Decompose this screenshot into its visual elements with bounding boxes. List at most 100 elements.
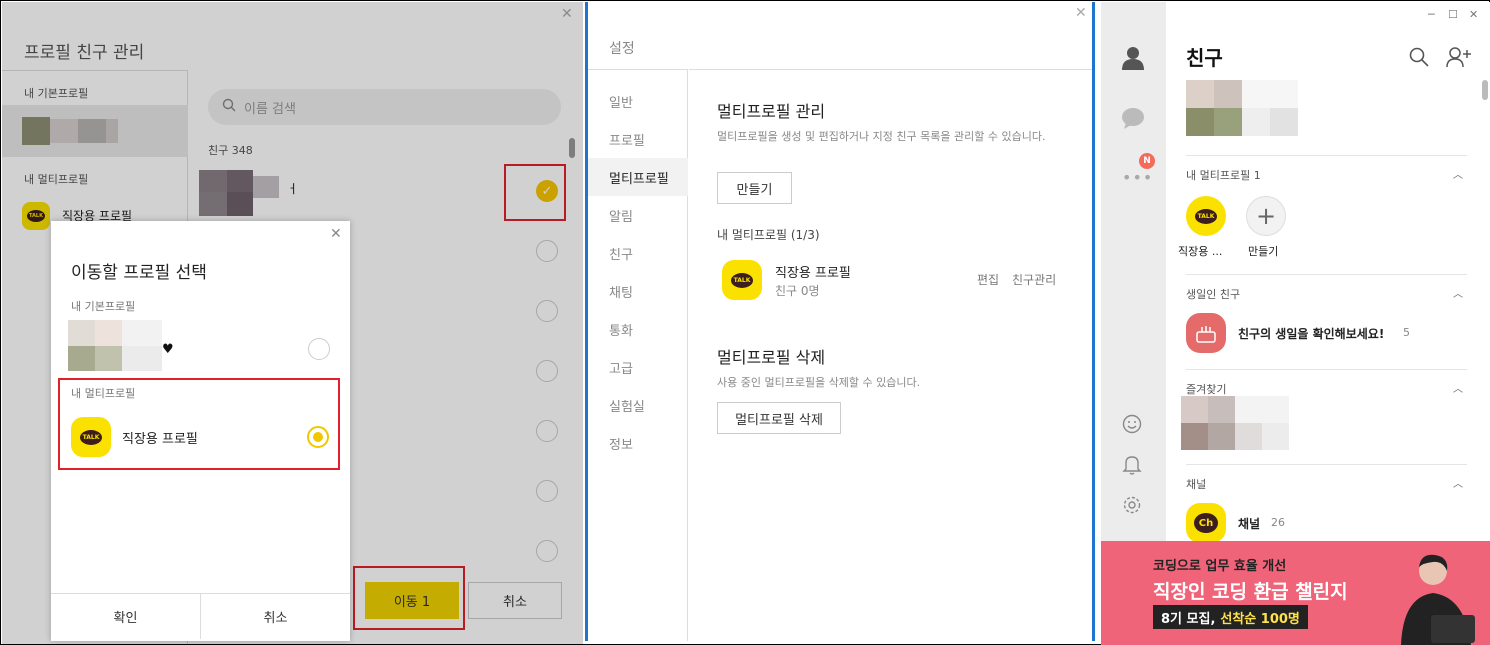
birthday-row[interactable]: 친구의 생일을 확인해보세요! 5 [1186,313,1466,353]
friend-avatar [199,192,227,216]
talk-icon: TALK [22,202,50,230]
channel-row[interactable]: Ch 채널 26 [1186,503,1466,543]
blurred-name [1242,80,1298,108]
talk-icon: TALK [71,417,111,457]
emoticon-icon[interactable] [1122,414,1142,438]
add-friend-icon[interactable] [1446,46,1472,72]
favorite-friend-row[interactable] [1181,396,1289,450]
scrollbar[interactable] [1482,80,1488,100]
close-icon[interactable]: ✕ [330,226,342,242]
checked-icon[interactable]: ✓ [536,180,558,202]
menu-multiprofile[interactable]: 멀티프로필 [588,158,688,196]
friend-avatar [1208,396,1235,423]
blurred-name [122,346,162,371]
friend-select-circle[interactable] [536,300,558,322]
modal-cancel-button[interactable]: 취소 [200,594,350,639]
profile-name: 직장용 프로필 [775,266,851,281]
friends-tab-icon[interactable] [1122,46,1144,74]
friend-select-circle[interactable] [536,360,558,382]
blurred-name [1262,423,1289,450]
more-tab-icon[interactable]: ••• [1122,168,1153,187]
create-multi-profile-item[interactable]: + 만들기 [1238,196,1298,258]
settings-window: 설정 ✕ 일반 프로필 멀티프로필 알림 친구 채팅 통화 고급 실험실 정보 … [585,2,1095,641]
scrollbar[interactable] [569,138,575,158]
menu-chat[interactable]: 채팅 [588,272,688,310]
menu-lab[interactable]: 실험실 [588,386,688,424]
cancel-button[interactable]: 취소 [468,582,562,619]
minimize-icon[interactable]: ─ [1428,8,1435,21]
multi-profile-section-label: 내 멀티프로필 [24,173,89,186]
delete-button[interactable]: 멀티프로필 삭제 [717,402,841,434]
select-profile-modal: 이동할 프로필 선택 ✕ 내 기본프로필 ♥ 내 멀티프로필 TALK 직장용 … [51,221,350,641]
blurred-name [122,320,162,346]
chevron-up-icon[interactable]: ︿ [1453,380,1463,395]
basic-profile-row[interactable] [2,105,188,157]
multi-profile-option[interactable]: TALK 직장용 프로필 [71,417,331,457]
profile-avatar [68,346,95,371]
create-button[interactable]: 만들기 [717,172,792,204]
edit-link[interactable]: 편집 [977,271,999,288]
profile-avatar [1214,108,1242,136]
menu-call[interactable]: 통화 [588,310,688,348]
profile-avatar [1186,108,1214,136]
friend-avatar [227,192,253,216]
friend-row[interactable]: ㅓ [199,170,309,216]
divider [1186,274,1467,275]
blurred-name [253,176,279,198]
my-multi-label: 내 멀티프로필 (1/3) [717,228,820,242]
search-icon [222,98,236,116]
menu-advanced[interactable]: 고급 [588,348,688,386]
multi-item-name: 직장용 ... [1178,245,1223,258]
menu-general[interactable]: 일반 [588,82,688,120]
modal-footer: 확인 취소 [51,593,350,639]
close-icon[interactable]: ✕ [561,6,573,22]
chevron-up-icon[interactable]: ︿ [1453,285,1463,300]
bell-icon[interactable] [1122,454,1142,480]
menu-info[interactable]: 정보 [588,424,688,462]
gear-icon[interactable] [1122,495,1142,519]
modal-title: 이동할 프로필 선택 [71,263,207,283]
manage-friends-link[interactable]: 친구관리 [1012,271,1056,288]
ad-line-2: 직장인 코딩 환급 챌린지 [1153,581,1348,603]
search-input[interactable]: 이름 검색 [208,89,561,125]
ad-line-3: 8기 모집, 선착순 100명 [1153,605,1308,629]
friend-select-circle[interactable] [536,420,558,442]
cake-icon [1186,313,1226,353]
talk-icon: TALK [722,260,762,300]
birthday-section-label: 생일인 친구 [1186,288,1241,301]
move-button[interactable]: 이동 1 [365,582,459,619]
birthday-text: 친구의 생일을 확인해보세요! [1238,327,1385,341]
chevron-up-icon[interactable]: ︿ [1453,166,1463,181]
close-icon[interactable]: ✕ [1075,5,1087,21]
chat-tab-icon[interactable] [1121,106,1145,134]
profile-friend-manage-window: 프로필 친구 관리 ✕ 내 기본프로필 내 멀티프로필 TALK 직장용 프로필… [2,2,583,644]
my-profile-row[interactable] [1186,80,1306,136]
maximize-icon[interactable]: ☐ [1448,8,1458,21]
blurred-name [1235,423,1262,450]
friend-select-circle[interactable] [536,540,558,562]
settings-menu: 일반 프로필 멀티프로필 알림 친구 채팅 통화 고급 실험실 정보 [588,69,688,641]
page-title: 친구 [1186,46,1223,70]
confirm-button[interactable]: 확인 [51,594,200,639]
profile-avatar [68,320,95,346]
friends-count: 친구 348 [208,144,253,157]
basic-radio[interactable] [308,338,330,360]
notification-badge: N [1139,153,1155,169]
close-icon[interactable]: ✕ [1469,8,1478,21]
channel-section-label: 채널 [1186,478,1207,491]
friend-select-circle[interactable] [536,480,558,502]
profile-friend-count: 친구 0명 [775,284,820,298]
ad-line-3b: 선착순 100명 [1220,611,1300,627]
friend-select-circle[interactable] [536,240,558,262]
chevron-up-icon[interactable]: ︿ [1453,475,1463,490]
basic-profile-option[interactable]: ♥ [68,320,333,372]
menu-notification[interactable]: 알림 [588,196,688,234]
search-icon[interactable] [1409,47,1429,71]
multi-profile-item[interactable]: TALK 직장용 ... [1176,196,1236,258]
menu-friends[interactable]: 친구 [588,234,688,272]
menu-profile[interactable]: 프로필 [588,120,688,158]
channel-count: 26 [1271,516,1285,529]
friend-avatar [1181,423,1208,450]
multi-radio-selected[interactable] [307,426,329,448]
ad-banner[interactable]: 코딩으로 업무 효율 개선 직장인 코딩 환급 챌린지 8기 모집, 선착순 1… [1101,541,1490,645]
